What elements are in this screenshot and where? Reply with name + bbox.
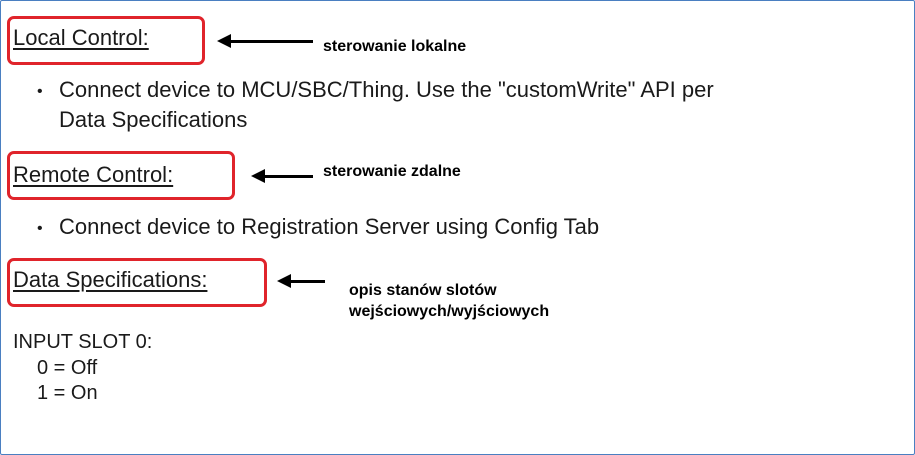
local-control-bullet: • Connect device to MCU/SBC/Thing. Use t… xyxy=(37,75,907,135)
remote-control-bullet: • Connect device to Registration Server … xyxy=(37,212,907,242)
document-panel: Local Control: sterowanie lokalne • Conn… xyxy=(0,0,915,455)
input-slot-value-off: 0 = Off xyxy=(37,357,98,379)
data-spec-annotation-line2: wejściowych/wyjściowych xyxy=(349,303,550,320)
data-spec-arrow xyxy=(277,274,325,288)
local-control-bullet-line2: Data Specifications xyxy=(59,107,248,132)
local-control-arrow xyxy=(217,34,313,48)
local-control-bullet-line1: Connect device to MCU/SBC/Thing. Use the… xyxy=(59,77,714,102)
remote-control-arrow xyxy=(251,169,313,183)
local-control-annotation: sterowanie lokalne xyxy=(323,38,467,55)
data-spec-annotation-line1: opis stanów slotów xyxy=(349,282,497,299)
remote-control-heading: Remote Control: xyxy=(13,162,174,187)
input-slot-title: INPUT SLOT 0: xyxy=(13,331,153,353)
data-spec-heading: Data Specifications: xyxy=(13,267,208,292)
local-control-heading: Local Control: xyxy=(13,25,149,50)
bullet-dot: • xyxy=(37,83,43,100)
bullet-dot: • xyxy=(37,220,43,237)
input-slot-value-on: 1 = On xyxy=(37,382,98,404)
remote-control-bullet-text: Connect device to Registration Server us… xyxy=(59,214,600,239)
remote-control-annotation: sterowanie zdalne xyxy=(323,163,461,180)
